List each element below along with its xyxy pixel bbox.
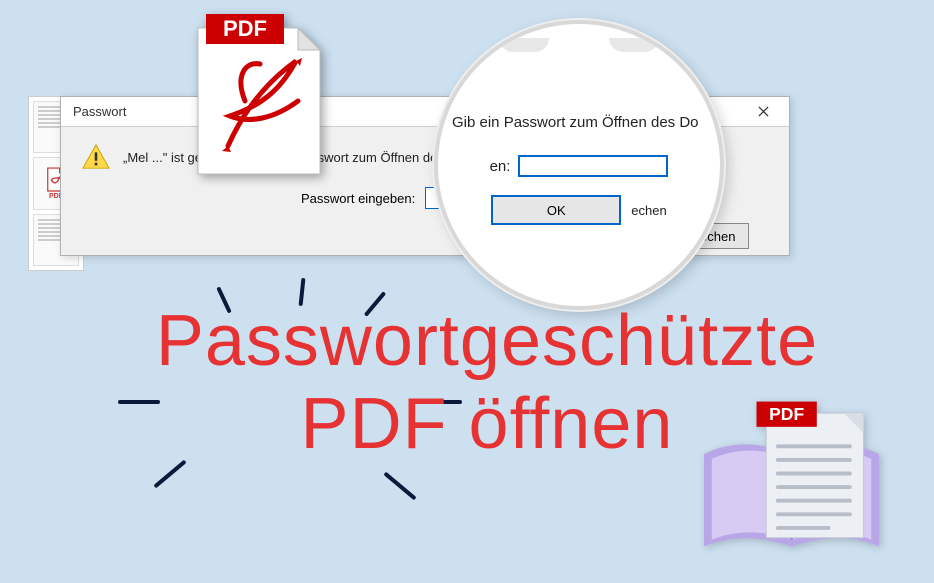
pdf-badge-text: PDF — [223, 16, 267, 41]
book-pdf-badge-text: PDF — [769, 404, 804, 424]
magnifier-label-suffix: en: — [490, 158, 511, 175]
headline-line1: Passwortgeschützte — [80, 300, 894, 383]
close-icon — [758, 106, 769, 117]
book-pdf-icon: PDF — [694, 386, 889, 561]
password-label: Passwort eingeben: — [301, 191, 415, 206]
magnifier-zoom: Gib ein Passwort zum Öffnen des Do en: O… — [434, 20, 724, 310]
dialog-title: Passwort — [73, 104, 126, 119]
close-button[interactable] — [745, 100, 781, 124]
decoration-dash — [383, 472, 416, 501]
magnifier-prompt: Gib ein Passwort zum Öffnen des Do — [452, 114, 706, 131]
warning-icon — [81, 143, 111, 171]
magnifier-password-input[interactable] — [518, 155, 668, 177]
magnifier-ok-button[interactable]: OK — [491, 195, 621, 225]
pdf-file-icon: PDF — [180, 6, 330, 176]
magnifier-cancel-fragment: echen — [631, 203, 666, 218]
